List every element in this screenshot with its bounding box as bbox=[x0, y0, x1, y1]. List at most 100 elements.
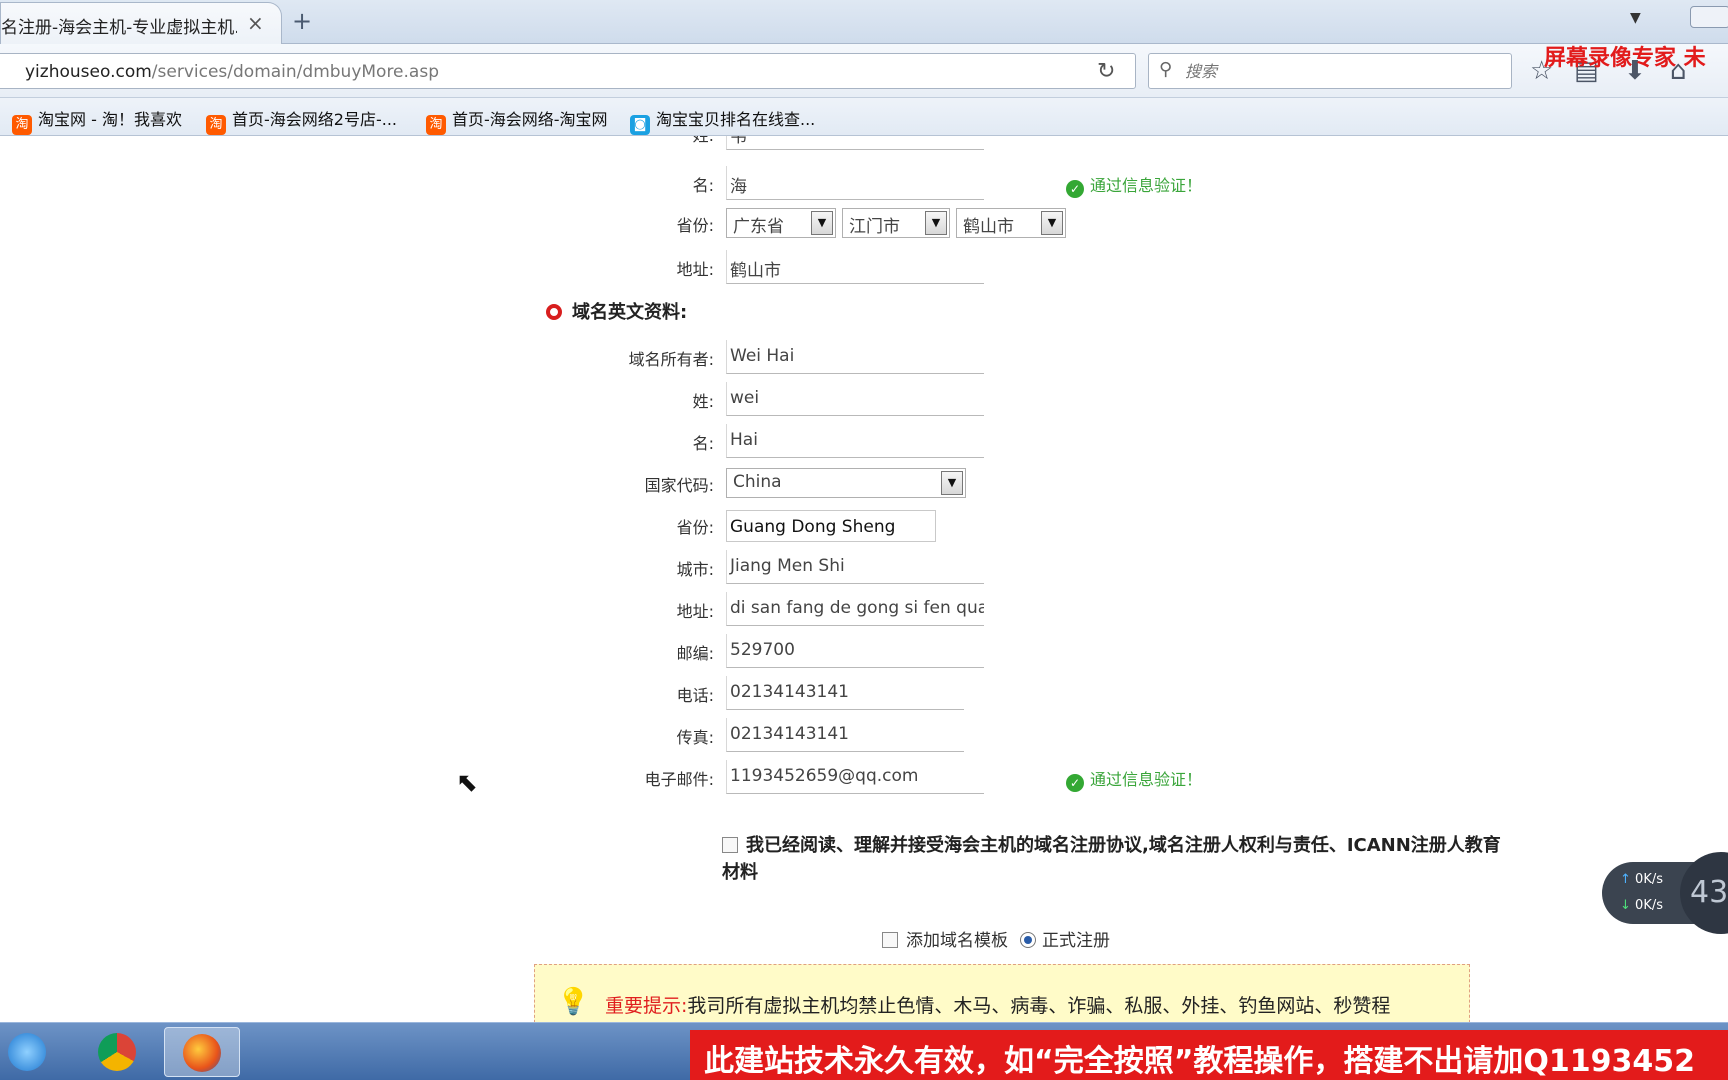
field-label: 邮编: bbox=[676, 644, 714, 663]
bookmark-label: 淘宝宝贝排名在线查... bbox=[656, 110, 816, 129]
close-tab-icon[interactable]: × bbox=[247, 11, 264, 35]
province-field[interactable]: Guang Dong Sheng bbox=[726, 510, 936, 542]
important-notice: 💡 重要提示:我司所有虚拟主机均禁止色情、木马、病毒、诈骗、私服、外挂、钓鱼网站… bbox=[534, 964, 1470, 1022]
notice-text: 重要提示:我司所有虚拟主机均禁止色情、木马、病毒、诈骗、私服、外挂、钓鱼网站、秒… bbox=[605, 991, 1390, 1018]
download-value: 0K/s bbox=[1635, 898, 1663, 913]
ranking-icon: ◙ bbox=[630, 115, 650, 135]
form-row-owner: 域名所有者: Wei Hai bbox=[0, 340, 1728, 374]
tab-title: 名注册-海会主机-专业虚拟主机... bbox=[1, 18, 237, 38]
ie-icon bbox=[8, 1033, 46, 1071]
select-value: 鹤山市 bbox=[963, 217, 1014, 237]
district-select[interactable]: 鹤山市 ▼ bbox=[956, 208, 1066, 238]
firefox-icon bbox=[183, 1034, 221, 1072]
screen: 名注册-海会主机-专业虚拟主机... × + ▼ yizhouseo.com/s… bbox=[0, 0, 1728, 1080]
search-input[interactable] bbox=[1185, 56, 1505, 86]
bookmark-item[interactable]: 淘首页-海会网络2号店-... bbox=[206, 106, 397, 135]
url-domain: yizhouseo.com bbox=[25, 62, 152, 82]
cn-last-name-field[interactable]: 韦 bbox=[726, 136, 984, 150]
agreement-text: 我已经阅读、理解并接受海会主机的域名注册协议,域名注册人权利与责任、ICANN注… bbox=[722, 835, 1501, 883]
fax-field[interactable]: 02134143141 bbox=[726, 718, 964, 752]
city-select[interactable]: 江门市 ▼ bbox=[842, 208, 950, 238]
search-icon: ⚲ bbox=[1159, 59, 1173, 80]
new-tab-button[interactable]: + bbox=[292, 7, 312, 35]
tab-bar: 名注册-海会主机-专业虚拟主机... × + ▼ bbox=[0, 0, 1728, 44]
chrome-icon bbox=[98, 1033, 136, 1071]
formal-registration-radio[interactable] bbox=[1020, 932, 1036, 948]
firefox-taskbar-button[interactable] bbox=[164, 1027, 240, 1077]
form-row-first-name: 名: Hai bbox=[0, 424, 1728, 458]
province-select[interactable]: 广东省 ▼ bbox=[726, 208, 836, 238]
form-row-zip: 邮编: 529700 bbox=[0, 634, 1728, 668]
navigation-bar: yizhouseo.com/services/domain/dmbuyMore.… bbox=[0, 44, 1728, 98]
phone-field[interactable]: 02134143141 bbox=[726, 676, 964, 710]
template-label: 添加域名模板 bbox=[906, 931, 1008, 951]
validation-ok-message: ✓ 通过信息验证！ bbox=[1066, 172, 1202, 198]
field-label: 姓: bbox=[693, 136, 714, 146]
email-field[interactable]: 1193452659@qq.com bbox=[726, 760, 984, 794]
window-control-button[interactable] bbox=[1690, 6, 1728, 28]
page-content: 姓: 韦 名: 海 ✓ 通过信息验证！ 省份: 广东省 ▼ 江门市 ▼ 鹤山市 ▼ 地址… bbox=[0, 136, 1728, 1022]
form-row-city: 城市: Jiang Men Shi bbox=[0, 550, 1728, 584]
form-row-cn-first-name: 名: 海 ✓ 通过信息验证！ bbox=[0, 166, 1728, 200]
bookmarks-toolbar: 淘淘宝网 - 淘！我喜欢 淘首页-海会网络2号店-... 淘首页-海会网络-淘宝… bbox=[0, 98, 1728, 136]
field-label: 地址: bbox=[676, 260, 714, 279]
bookmark-item[interactable]: 淘淘宝网 - 淘！我喜欢 bbox=[12, 106, 182, 135]
field-label: 电子邮件: bbox=[644, 770, 714, 789]
validation-text: 通过信息验证！ bbox=[1090, 770, 1203, 789]
agreement-checkbox[interactable] bbox=[722, 837, 738, 853]
field-label: 名: bbox=[692, 176, 714, 195]
section-title-english: 域名英文资料: bbox=[546, 298, 687, 324]
validation-ok-message: ✓ 通过信息验证！ bbox=[1066, 766, 1202, 792]
formal-label: 正式注册 bbox=[1042, 931, 1110, 951]
owner-field[interactable]: Wei Hai bbox=[726, 340, 984, 374]
notice-key: 重要提示: bbox=[605, 995, 688, 1017]
download-speed: ↓ 0K/s bbox=[1620, 898, 1663, 913]
form-row-cn-last-name: 姓: 韦 bbox=[0, 136, 1728, 150]
field-label: 城市: bbox=[676, 560, 714, 579]
required-marker-icon bbox=[546, 304, 562, 320]
address-field[interactable]: di san fang de gong si fen quan bbox=[726, 592, 984, 626]
form-row-phone: 电话: 02134143141 bbox=[0, 676, 1728, 710]
check-icon: ✓ bbox=[1066, 180, 1084, 198]
field-label: 国家代码: bbox=[644, 476, 714, 495]
last-name-field[interactable]: wei bbox=[726, 382, 984, 416]
ie-taskbar-button[interactable] bbox=[0, 1027, 76, 1077]
chevron-down-icon: ▼ bbox=[811, 211, 833, 235]
lightbulb-icon: 💡 bbox=[557, 987, 590, 1017]
form-row-province: 省份: Guang Dong Sheng bbox=[0, 508, 1728, 542]
reload-icon[interactable]: ↻ bbox=[1097, 59, 1115, 84]
field-label: 省份: bbox=[676, 216, 714, 235]
cn-address-field[interactable]: 鹤山市 bbox=[726, 250, 984, 284]
search-box[interactable]: ⚲ bbox=[1148, 53, 1512, 89]
upload-value: 0K/s bbox=[1635, 872, 1663, 887]
city-field[interactable]: Jiang Men Shi bbox=[726, 550, 984, 584]
chrome-taskbar-button[interactable] bbox=[80, 1027, 156, 1077]
registration-options: 添加域名模板 正式注册 bbox=[882, 926, 1110, 951]
template-checkbox[interactable] bbox=[882, 932, 898, 948]
select-value: 广东省 bbox=[733, 217, 784, 237]
recorder-watermark: 屏幕录像专家 未 bbox=[1544, 46, 1706, 71]
taobao-icon: 淘 bbox=[12, 115, 32, 135]
mouse-cursor-icon: ⬉ bbox=[456, 768, 478, 798]
address-bar[interactable]: yizhouseo.com/services/domain/dmbuyMore.… bbox=[0, 53, 1136, 89]
first-name-field[interactable]: Hai bbox=[726, 424, 984, 458]
form-row-cn-province: 省份: 广东省 ▼ 江门市 ▼ 鹤山市 ▼ bbox=[0, 206, 1728, 240]
bookmark-item[interactable]: 淘首页-海会网络-淘宝网 bbox=[426, 106, 608, 135]
select-value: 江门市 bbox=[849, 217, 900, 237]
arrow-up-icon: ↑ bbox=[1620, 872, 1631, 887]
chevron-down-icon: ▼ bbox=[925, 211, 947, 235]
cn-first-name-field[interactable]: 海 bbox=[726, 166, 984, 200]
field-label: 姓: bbox=[692, 392, 714, 411]
zip-field[interactable]: 529700 bbox=[726, 634, 984, 668]
bookmark-item[interactable]: ◙ 淘宝宝贝排名在线查... bbox=[630, 106, 815, 135]
check-icon: ✓ bbox=[1066, 774, 1084, 792]
section-title-text: 域名英文资料: bbox=[572, 302, 688, 323]
agreement-row: 我已经阅读、理解并接受海会主机的域名注册协议,域名注册人权利与责任、ICANN注… bbox=[722, 832, 1502, 886]
country-select[interactable]: China ▼ bbox=[726, 468, 966, 498]
upload-speed: ↑ 0K/s bbox=[1620, 872, 1663, 887]
arrow-down-icon: ↓ bbox=[1620, 898, 1631, 913]
list-all-tabs-icon[interactable]: ▼ bbox=[1630, 10, 1641, 26]
field-label: 省份: bbox=[676, 518, 714, 537]
browser-tab[interactable]: 名注册-海会主机-专业虚拟主机... × bbox=[0, 2, 282, 44]
notice-body: 我司所有虚拟主机均禁止色情、木马、病毒、诈骗、私服、外挂、钓鱼网站、秒赞程 bbox=[687, 995, 1391, 1017]
